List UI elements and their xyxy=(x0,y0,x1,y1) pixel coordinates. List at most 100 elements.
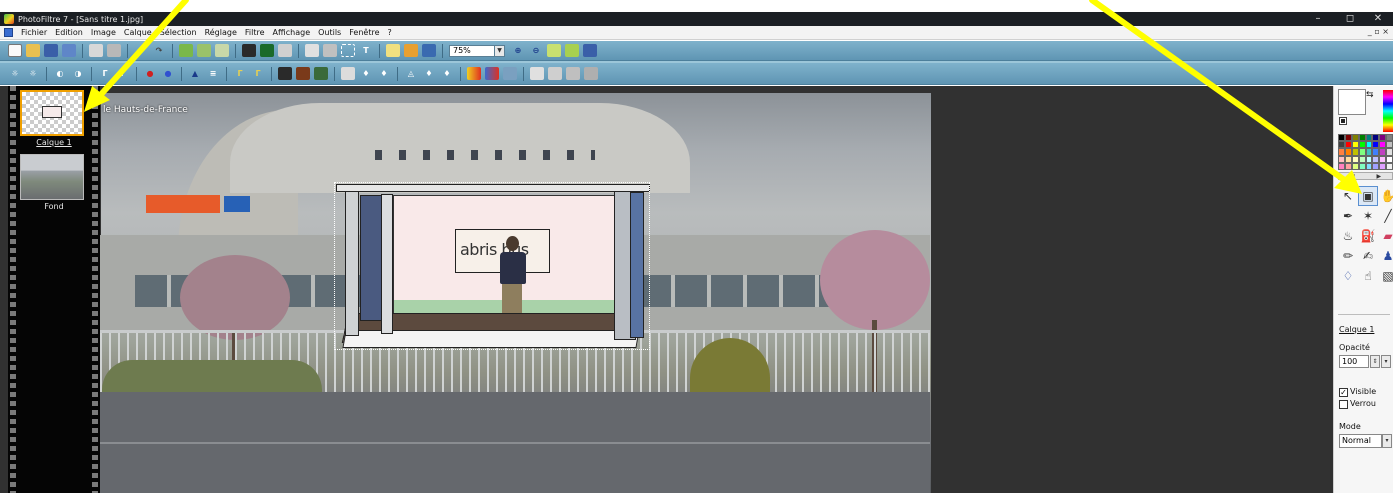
foreground-color-swatch[interactable] xyxy=(1338,89,1366,115)
pen-icon[interactable]: ✍ xyxy=(1358,246,1378,266)
frame-window-icon[interactable] xyxy=(422,44,436,57)
auto-levels-icon[interactable]: Γ xyxy=(233,67,247,80)
swap-colors-icon[interactable]: ⇆ xyxy=(1366,90,1374,100)
select-icon[interactable] xyxy=(341,44,355,57)
layer-manager-icon[interactable]: ▣ xyxy=(1358,186,1378,206)
blur-icon[interactable] xyxy=(341,67,355,80)
layer-label-fond[interactable]: Fond xyxy=(16,202,92,211)
opacity-input[interactable]: 100 xyxy=(1339,355,1369,368)
menu-edition[interactable]: Edition xyxy=(51,28,87,37)
menu-fenetre[interactable]: Fenêtre xyxy=(345,28,383,37)
mirror-icon[interactable]: ≡ xyxy=(206,67,220,80)
minimize-button[interactable]: – xyxy=(1300,12,1336,26)
open-icon[interactable] xyxy=(26,44,40,57)
menu-calque[interactable]: Calque xyxy=(120,28,156,37)
text-icon[interactable]: T xyxy=(359,44,373,57)
selection-outline[interactable] xyxy=(334,182,650,350)
fit-window-icon[interactable] xyxy=(565,44,579,57)
menu-help[interactable]: ? xyxy=(383,28,395,37)
lock-checkbox[interactable] xyxy=(1339,400,1348,409)
magic-wand-icon[interactable]: ✶ xyxy=(1358,206,1378,226)
zoom-in-icon[interactable]: ⊕ xyxy=(511,44,525,57)
hand-icon[interactable]: ✋ xyxy=(1378,186,1393,206)
copy-icon[interactable] xyxy=(179,44,193,57)
sharpen-icon[interactable]: ◬ xyxy=(404,67,418,80)
scan-icon[interactable] xyxy=(107,44,121,57)
new-icon[interactable] xyxy=(8,44,22,57)
zoom-combo[interactable]: 75% xyxy=(449,44,495,57)
menu-outils[interactable]: Outils xyxy=(314,28,345,37)
opacity-dropdown-icon[interactable]: ▾ xyxy=(1381,355,1391,368)
contrast-minus-icon[interactable]: ◑ xyxy=(71,67,85,80)
line-icon[interactable]: ╱ xyxy=(1378,206,1393,226)
image-size-icon[interactable] xyxy=(260,44,274,57)
grid-c-icon[interactable] xyxy=(314,67,328,80)
canvas-size-icon[interactable] xyxy=(278,44,292,57)
brightness-plus-icon[interactable]: ☼ xyxy=(8,67,22,80)
unsharp-icon[interactable] xyxy=(584,67,598,80)
menu-image[interactable]: Image xyxy=(87,28,120,37)
menu-fichier[interactable]: Fichier xyxy=(17,28,51,37)
frame-icon[interactable] xyxy=(242,44,256,57)
palette-scroll[interactable]: ◀ ▶ xyxy=(1338,172,1393,180)
close-button[interactable]: ✕ xyxy=(1360,12,1393,26)
crop-icon[interactable] xyxy=(323,44,337,57)
rotate-icon[interactable] xyxy=(530,67,544,80)
grid-a-icon[interactable] xyxy=(278,67,292,80)
default-colors-icon[interactable] xyxy=(1339,117,1347,125)
fill-icon[interactable]: ♨ xyxy=(1338,226,1358,246)
clone-icon[interactable]: ▧ xyxy=(1378,266,1393,286)
filters-icon[interactable] xyxy=(566,67,580,80)
full-screen-icon[interactable] xyxy=(583,44,597,57)
flip-v-icon[interactable] xyxy=(548,67,562,80)
duplicate-icon[interactable] xyxy=(305,44,319,57)
smudge-icon[interactable]: ☝ xyxy=(1358,266,1378,286)
grid-b-icon[interactable] xyxy=(296,67,310,80)
paste-new-icon[interactable] xyxy=(215,44,229,57)
eyedropper-icon[interactable]: ✒ xyxy=(1338,206,1358,226)
paste-icon[interactable] xyxy=(197,44,211,57)
fit-icon[interactable] xyxy=(547,44,561,57)
brush-icon[interactable]: ✏ xyxy=(1338,246,1358,266)
gamma-minus-icon[interactable]: Γ xyxy=(116,67,130,80)
save-as-icon[interactable] xyxy=(62,44,76,57)
drop-d-icon[interactable]: ♦ xyxy=(440,67,454,80)
layer-thumbnail-fond[interactable] xyxy=(20,154,84,200)
blend-mode-select[interactable]: Normal xyxy=(1339,434,1382,448)
opacity-spinner[interactable]: ⇕ xyxy=(1370,355,1380,368)
menu-affichage[interactable]: Affichage xyxy=(269,28,315,37)
stamp-icon[interactable]: ♟ xyxy=(1378,246,1393,266)
color-balance-icon[interactable] xyxy=(467,67,481,80)
filter-icon[interactable] xyxy=(404,44,418,57)
color-palette[interactable] xyxy=(1338,134,1393,170)
color-spectrum[interactable] xyxy=(1383,90,1393,132)
chevron-down-icon[interactable]: ▼ xyxy=(495,44,505,57)
gamma-plus-icon[interactable]: Γ xyxy=(98,67,112,80)
blur-drop-icon[interactable]: ♢ xyxy=(1338,266,1358,286)
palette-left-icon[interactable]: ◀ xyxy=(1350,173,1355,180)
layer-thumbnail-calque-1[interactable] xyxy=(20,90,84,136)
auto-contrast-icon[interactable]: Γ xyxy=(251,67,265,80)
drop-b-icon[interactable]: ♦ xyxy=(377,67,391,80)
chevron-down-icon[interactable]: ▾ xyxy=(1382,434,1392,448)
contrast-plus-icon[interactable]: ◐ xyxy=(53,67,67,80)
save-icon[interactable] xyxy=(44,44,58,57)
brightness-minus-icon[interactable]: ☼ xyxy=(26,67,40,80)
spray-icon[interactable]: ⛽ xyxy=(1358,226,1378,246)
layer-label-calque-1[interactable]: Calque 1 xyxy=(16,138,92,147)
hue-icon[interactable] xyxy=(503,67,517,80)
document-icon[interactable] xyxy=(4,28,13,37)
flip-icon[interactable]: ▲ xyxy=(188,67,202,80)
redo-icon[interactable]: ↷ xyxy=(152,44,166,57)
saturation-minus-icon[interactable]: ● xyxy=(161,67,175,80)
drop-a-icon[interactable]: ♦ xyxy=(359,67,373,80)
effects-icon[interactable] xyxy=(386,44,400,57)
saturation-plus-icon[interactable]: ● xyxy=(143,67,157,80)
zoom-out-icon[interactable]: ⊖ xyxy=(529,44,543,57)
undo-icon[interactable]: ↶ xyxy=(134,44,148,57)
colorize-icon[interactable] xyxy=(485,67,499,80)
menu-selection[interactable]: Sélection xyxy=(156,28,201,37)
eraser-icon[interactable]: ▰ xyxy=(1378,226,1393,246)
active-layer-name[interactable]: Calque 1 xyxy=(1339,325,1374,334)
select-tool-icon[interactable]: ↖ xyxy=(1338,186,1358,206)
